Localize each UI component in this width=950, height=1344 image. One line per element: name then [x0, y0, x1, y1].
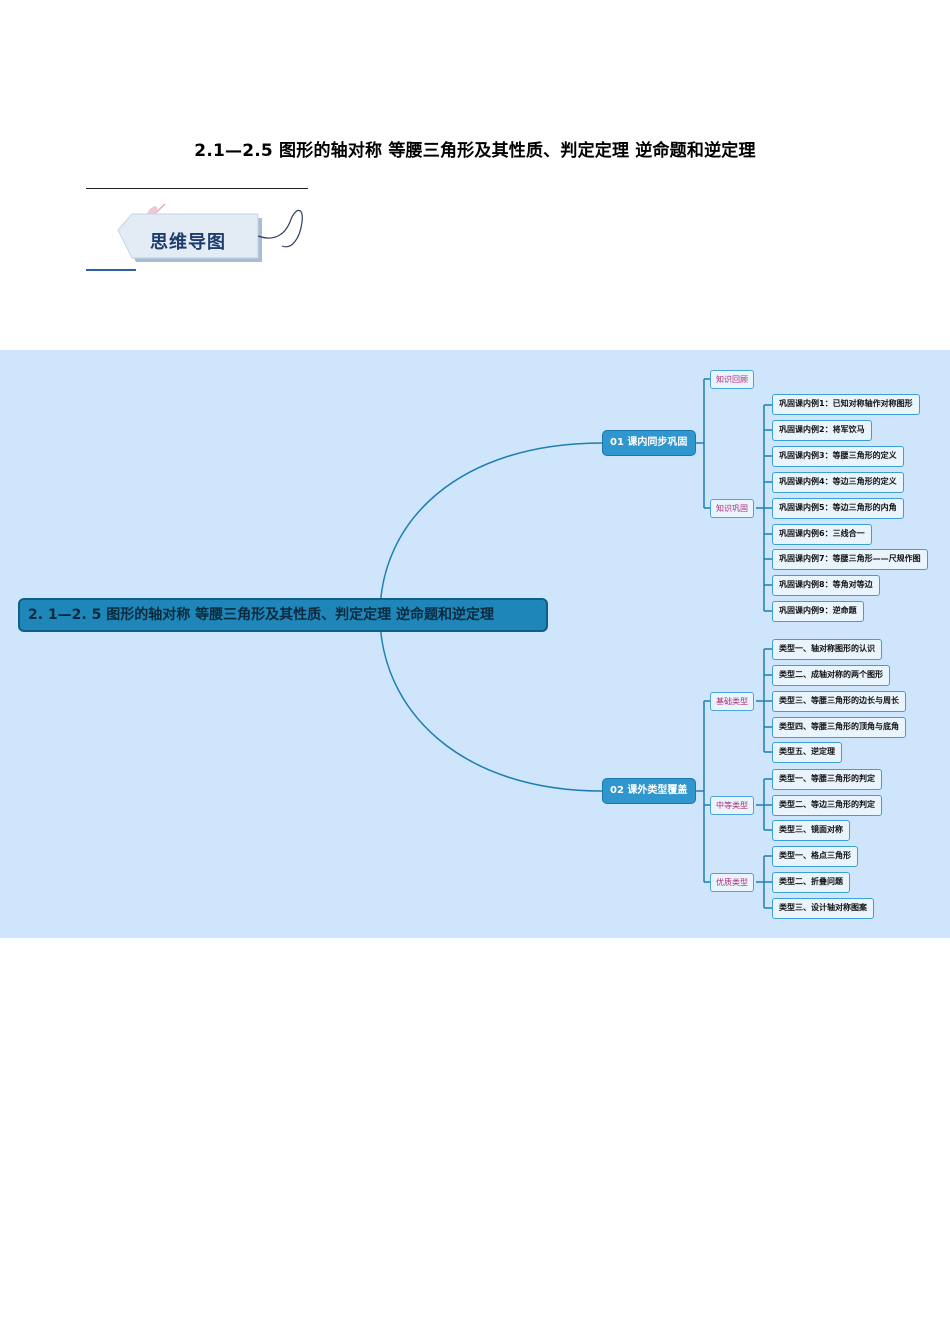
branch-node-extracurricular-types: 02 课外类型覆盖 — [602, 778, 696, 804]
leaf-node: 巩固课内例2：将军饮马 — [772, 420, 872, 441]
branch-node-course-sync: 01 课内同步巩固 — [602, 430, 696, 456]
leaf-node: 巩固课内例6：三线合一 — [772, 524, 872, 545]
group-node-basic-types: 基础类型 — [710, 692, 754, 711]
leaf-node: 类型二、等边三角形的判定 — [772, 795, 882, 816]
leaf-node: 类型四、等腰三角形的顶角与底角 — [772, 717, 906, 738]
mindmap-section-label: 思维导图 — [150, 232, 226, 253]
leaf-node: 类型五、逆定理 — [772, 742, 842, 763]
leaf-node: 类型二、成轴对称的两个图形 — [772, 665, 890, 686]
leaf-node: 巩固课内例4：等边三角形的定义 — [772, 472, 904, 493]
header-rule — [86, 188, 308, 189]
page-title: 2.1—2.5 图形的轴对称 等腰三角形及其性质、判定定理 逆命题和逆定理 — [194, 141, 756, 161]
leaf-node: 巩固课内例7：等腰三角形——尺规作图 — [772, 549, 928, 570]
leaf-node: 类型三、设计轴对称图案 — [772, 898, 874, 919]
group-node-knowledge-consolidation: 知识巩固 — [710, 499, 754, 518]
header-underline-accent — [86, 269, 136, 271]
leaf-node: 类型三、等腰三角形的边长与周长 — [772, 691, 906, 712]
mindmap-root-node: 2. 1—2. 5 图形的轴对称 等腰三角形及其性质、判定定理 逆命题和逆定理 — [18, 598, 548, 632]
leaf-node: 巩固课内例3：等腰三角形的定义 — [772, 446, 904, 467]
group-node-knowledge-review: 知识回顾 — [710, 370, 754, 389]
leaf-node: 巩固课内例8：等角对等边 — [772, 575, 880, 596]
mindmap-canvas: 2. 1—2. 5 图形的轴对称 等腰三角形及其性质、判定定理 逆命题和逆定理 … — [0, 350, 950, 938]
group-node-intermediate-types: 中等类型 — [710, 796, 754, 815]
leaf-node: 类型一、轴对称图形的认识 — [772, 639, 882, 660]
leaf-node: 类型二、折叠问题 — [772, 872, 850, 893]
leaf-node: 类型三、镜面对称 — [772, 820, 850, 841]
group-node-advanced-types: 优质类型 — [710, 873, 754, 892]
leaf-node: 巩固课内例1：已知对称轴作对称图形 — [772, 394, 920, 415]
leaf-node: 类型一、格点三角形 — [772, 846, 858, 867]
leaf-node: 巩固课内例9：逆命题 — [772, 601, 864, 622]
leaf-node: 类型一、等腰三角形的判定 — [772, 769, 882, 790]
leaf-node: 巩固课内例5：等边三角形的内角 — [772, 498, 904, 519]
